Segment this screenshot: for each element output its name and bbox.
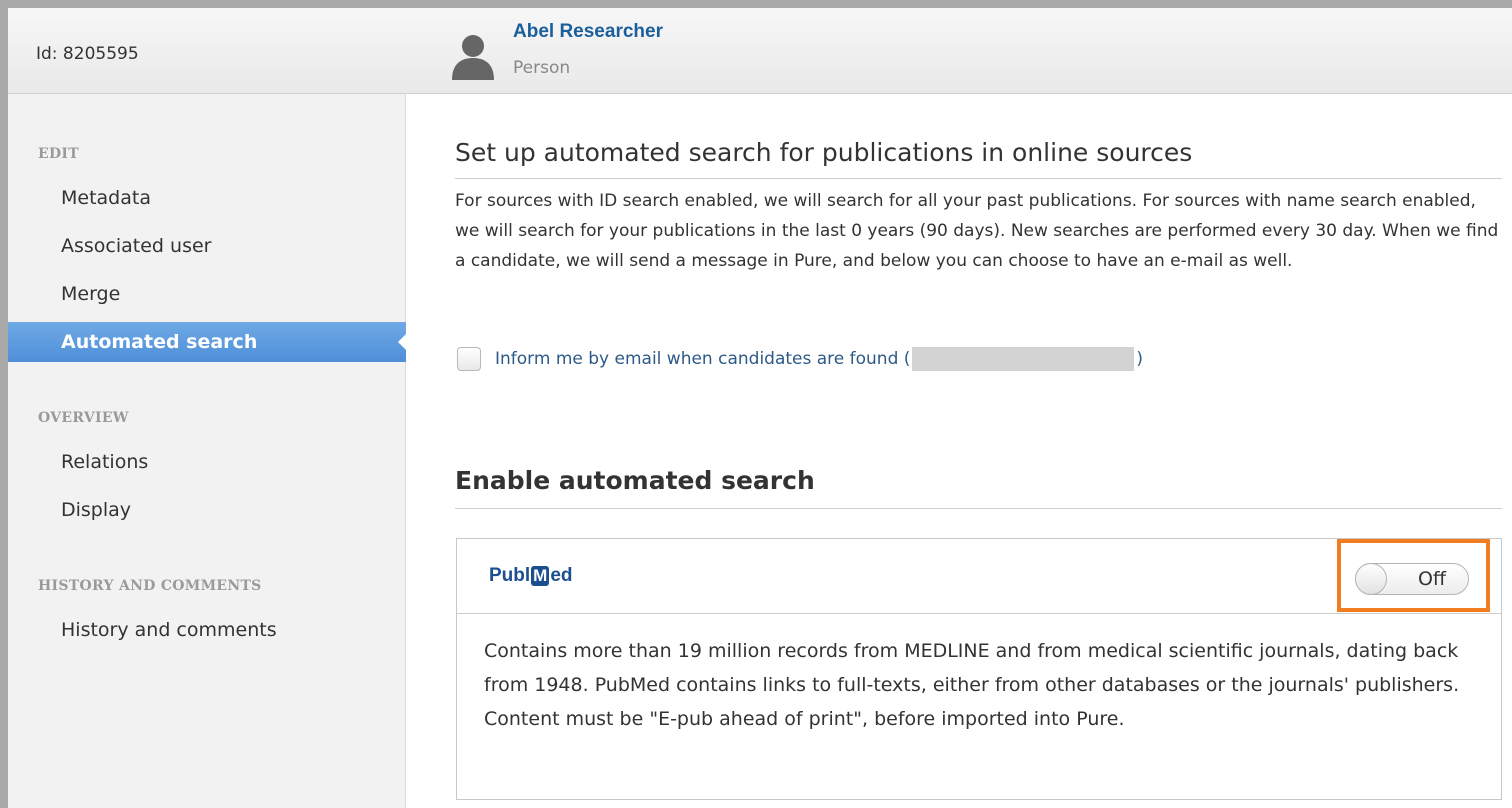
toggle-knob[interactable] (1355, 563, 1387, 595)
email-checkbox[interactable] (457, 347, 481, 371)
email-checkbox-label: Inform me by email when candidates are f… (495, 347, 1144, 371)
sidebar-item-metadata[interactable]: Metadata (8, 178, 406, 218)
toggle-highlight: Off (1337, 539, 1490, 612)
sidebar-item-history-and-comments[interactable]: History and comments (8, 610, 406, 650)
person-name-link[interactable]: Abel Researcher (513, 21, 663, 43)
sidebar-section-overview: OVERVIEW (38, 410, 129, 426)
source-card-header: Publ Med Off (457, 539, 1501, 614)
record-id: Id: 8205595 (36, 44, 139, 64)
source-card-pubmed: Publ Med Off Contains more than 19 millio… (456, 538, 1502, 800)
page-title: Set up automated search for publications… (455, 138, 1193, 167)
toggle-state-label: Off (1417, 568, 1446, 590)
intro-text: For sources with ID search enabled, we w… (455, 191, 1499, 271)
pubmed-toggle[interactable]: Off (1355, 563, 1469, 595)
app-frame: Id: 8205595 Abel Researcher Person EDIT … (0, 0, 1512, 808)
sidebar-item-automated-search[interactable]: Automated search (8, 322, 408, 362)
source-description: Contains more than 19 million records fr… (484, 640, 1460, 730)
person-icon (452, 35, 494, 80)
section-divider (455, 508, 1502, 509)
sidebar-section-history: HISTORY AND COMMENTS (38, 578, 262, 594)
main-content: Set up automated search for publications… (407, 94, 1512, 808)
sidebar-item-relations[interactable]: Relations (8, 442, 406, 482)
sidebar-section-edit: EDIT (38, 146, 79, 162)
sidebar-item-associated-user[interactable]: Associated user (8, 226, 406, 266)
sidebar: EDIT Metadata Associated user Merge Auto… (8, 94, 408, 808)
record-type: Person (513, 58, 571, 78)
email-notification-option[interactable]: Inform me by email when candidates are f… (457, 344, 1143, 374)
sidebar-item-label: Automated search (61, 331, 258, 353)
section-title-enable: Enable automated search (455, 466, 815, 495)
pubmed-logo: Publ Med (489, 565, 573, 586)
redacted-email (912, 347, 1135, 371)
record-header: Id: 8205595 Abel Researcher Person (8, 8, 1512, 94)
sidebar-item-display[interactable]: Display (8, 490, 406, 530)
sidebar-item-merge[interactable]: Merge (8, 274, 406, 314)
title-divider (455, 178, 1502, 179)
